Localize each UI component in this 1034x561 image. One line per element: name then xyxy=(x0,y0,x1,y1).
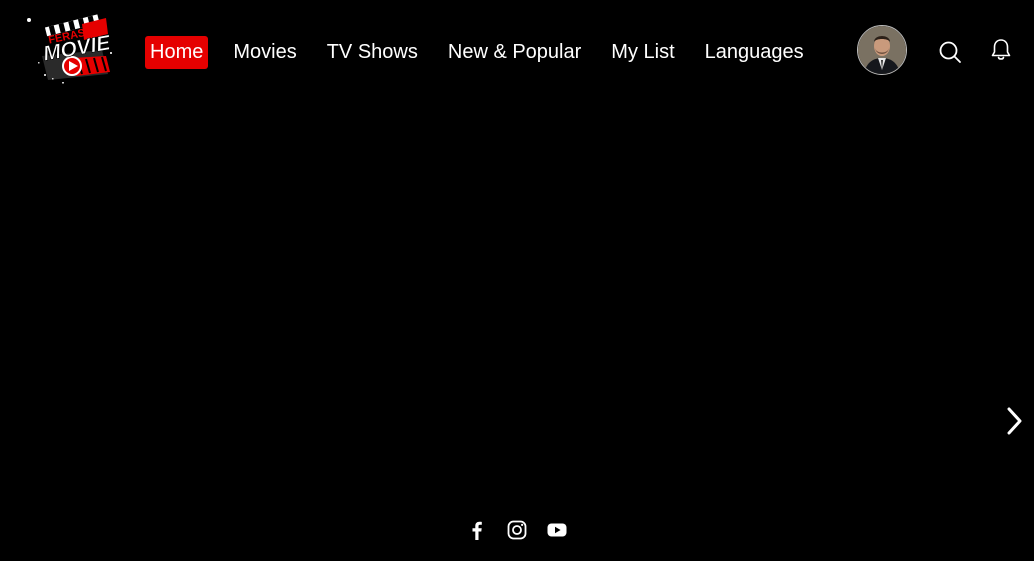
nav-item-languages[interactable]: Languages xyxy=(700,36,809,69)
instagram-icon[interactable] xyxy=(506,519,528,541)
avatar-photo xyxy=(858,26,906,74)
search-icon[interactable] xyxy=(938,40,962,64)
bell-icon[interactable] xyxy=(990,38,1012,62)
user-avatar[interactable] xyxy=(857,25,907,75)
facebook-icon[interactable] xyxy=(466,519,488,541)
youtube-icon[interactable] xyxy=(546,519,568,541)
carousel-next-button[interactable] xyxy=(1004,406,1026,436)
top-navbar: FERAS MOVIE Home Movies TV Shows New & P… xyxy=(0,0,1034,100)
nav-item-new-popular[interactable]: New & Popular xyxy=(443,36,586,69)
logo-graphic: FERAS MOVIE xyxy=(27,14,113,84)
nav-item-tv-shows[interactable]: TV Shows xyxy=(322,36,423,69)
nav-item-home[interactable]: Home xyxy=(145,36,209,69)
main-nav: Home Movies TV Shows New & Popular My Li… xyxy=(145,36,829,69)
nav-item-my-list[interactable]: My List xyxy=(606,36,679,69)
nav-item-movies[interactable]: Movies xyxy=(228,36,301,69)
page: FERAS MOVIE Home Movies TV Shows New & P… xyxy=(0,0,1034,561)
social-links xyxy=(466,519,568,541)
brand-logo[interactable]: FERAS MOVIE xyxy=(26,12,114,88)
chevron-right-icon xyxy=(1007,407,1022,435)
